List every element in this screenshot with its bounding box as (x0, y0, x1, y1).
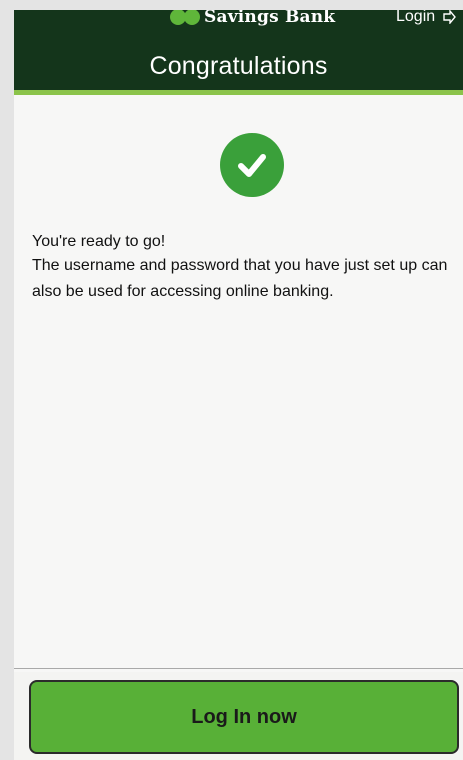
page-title: Congratulations (149, 52, 328, 80)
ready-title: You're ready to go! (32, 233, 166, 250)
login-link[interactable]: Login (396, 10, 457, 28)
log-in-now-button[interactable]: Log In now (29, 680, 459, 754)
login-arrow-icon (443, 10, 457, 24)
brand-name: Savings Bank (204, 10, 336, 27)
bank-logo-icon (170, 10, 200, 25)
app-screen: Savings Bank Login Congratulations You'r… (14, 10, 463, 760)
ready-message: The username and password that you have … (32, 257, 448, 300)
brand: Savings Bank (170, 10, 335, 28)
login-label: Login (396, 10, 436, 25)
checkmark-icon (238, 154, 266, 177)
check-circle-icon (220, 133, 284, 197)
confirmation-content: You're ready to go! The username and pas… (14, 95, 463, 672)
app-header: Savings Bank Login Congratulations (14, 10, 463, 94)
footer-divider (14, 668, 463, 669)
